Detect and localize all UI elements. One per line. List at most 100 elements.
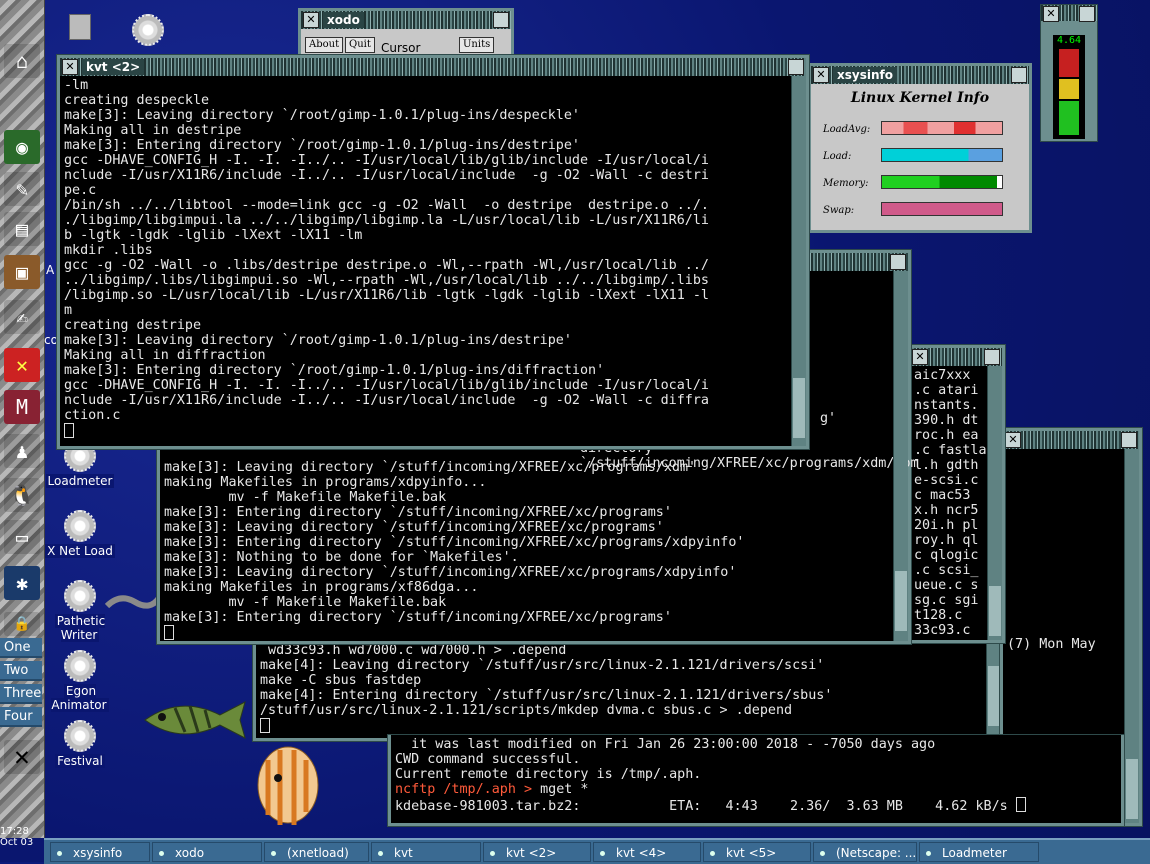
terminal-line: Current remote directory is /tmp/.aph.: [395, 767, 702, 782]
terminal-line: make[3]: Entering directory `/root/gimp-…: [64, 138, 580, 153]
network-icon[interactable]: ✱: [4, 566, 40, 600]
memory-label: Memory:: [823, 178, 869, 189]
terminal-output[interactable]: -lm creating despeckle make[3]: Leaving di…: [60, 76, 792, 446]
maximize-button[interactable]: [984, 349, 1000, 365]
workspace-four[interactable]: Four: [0, 707, 42, 727]
paint-icon[interactable]: ✎: [4, 172, 40, 206]
terminal-line: Making all in destripe: [64, 123, 242, 138]
joystick-icon[interactable]: ♟: [4, 434, 40, 468]
desktop-icon-label: Egon Animator: [51, 684, 109, 712]
close-icon[interactable]: ✕: [1043, 6, 1059, 22]
maximize-button[interactable]: [1011, 67, 1027, 83]
taskbar-item-kvt-5[interactable]: kvt <5>: [703, 842, 811, 862]
terminal-line: make[4]: Leaving directory `/stuff/usr/s…: [260, 658, 825, 673]
cursor-field: Cursor: [381, 41, 421, 55]
trash-icon[interactable]: [60, 14, 100, 40]
close-icon[interactable]: ✕: [62, 59, 78, 75]
terminal-line: ction.c: [64, 408, 121, 423]
units-button[interactable]: Units: [459, 37, 495, 53]
scrollbar[interactable]: [987, 366, 1002, 640]
ncftp-prompt-line: ncftp /tmp/.aph > mget *: [395, 782, 1117, 797]
terminal-line: make[3]: Entering directory `/stuff/inco…: [164, 610, 672, 625]
load-label: Load:: [823, 151, 852, 162]
terminal-cursor: [260, 718, 270, 733]
terminal-line: e-scsi.c: [914, 473, 979, 488]
terminal-line: making Makefiles in programs/xdpyinfo...: [164, 475, 487, 490]
terminal-line: make[3]: Leaving directory `/root/gimp-1…: [64, 333, 572, 348]
home-icon[interactable]: ⌂: [4, 44, 40, 78]
editor-icon[interactable]: ✍: [4, 300, 40, 334]
taskbar-item-kvt[interactable]: kvt: [371, 842, 481, 862]
terminal-line: /bin/sh ../../libtool --mode=link gcc -g…: [64, 198, 709, 213]
x-logo-icon[interactable]: ✕: [4, 740, 40, 774]
kvt-2-window: ✕ kvt <2> -lm creating despeckle make[3]: L…: [57, 55, 809, 449]
terminal-line: sg.c sgi: [914, 593, 979, 608]
taskbar-item-xodo[interactable]: xodo: [152, 842, 262, 862]
computer-icon[interactable]: ▭: [4, 520, 40, 554]
taskbar-item-xnetload[interactable]: (xnetload): [264, 842, 369, 862]
loadavg-bar: [881, 121, 1003, 135]
meter-green-segment: [1059, 101, 1079, 135]
lock-icon[interactable]: 🔒: [4, 612, 40, 636]
terminal-output[interactable]: aic7xxx .c atari nstants. 390.h dt roc.h ea.…: [910, 366, 988, 640]
taskbar-item-kvt-4[interactable]: kvt <4>: [593, 842, 701, 862]
meter-yellow-segment: [1059, 79, 1079, 99]
taskbar-item-kvt-2[interactable]: kvt <2>: [483, 842, 591, 862]
maximize-button[interactable]: [1079, 6, 1095, 22]
terminal-line: aic7xxx: [914, 368, 971, 383]
about-button[interactable]: About: [305, 37, 344, 53]
close-icon[interactable]: ✕: [1005, 432, 1021, 448]
taskbar: xsysinfo xodo (xnetload) kvt kvt <2> kvt…: [44, 838, 1150, 864]
terminal-line: creating destripe: [64, 318, 202, 333]
quit-button[interactable]: Quit: [345, 37, 375, 53]
penguin-icon[interactable]: 🐧: [4, 478, 40, 512]
workspace-one[interactable]: One: [0, 638, 42, 658]
terminal-line: make[3]: Leaving directory `/root/gimp-1…: [64, 108, 580, 123]
terminal-line: ueue.c s: [914, 578, 979, 593]
gear-icon[interactable]: [124, 14, 172, 48]
close-icon[interactable]: ✕: [813, 67, 829, 83]
maximize-button[interactable]: [1121, 432, 1137, 448]
terminal-line: c qlogic: [914, 548, 979, 563]
taskbar-item-loadmeter[interactable]: Loadmeter: [919, 842, 1039, 862]
scrollbar[interactable]: [893, 271, 908, 641]
terminal-line: Making all in diffraction: [64, 348, 266, 363]
terminal-line: mv -f Makefile Makefile.bak: [164, 595, 447, 610]
green-fish-image: [144, 701, 246, 739]
left-dock: ⌂ ◉ ✎ ▤ ▣ ✍ ✕ M ♟ 🐧 ▭ ✱ 🔒 One Two Three …: [0, 0, 45, 848]
package-icon[interactable]: ▣: [4, 255, 40, 289]
close-icon[interactable]: ✕: [912, 349, 928, 365]
workspace-three[interactable]: Three: [0, 684, 42, 704]
desktop-icon-festival[interactable]: Festival: [35, 720, 125, 768]
maximize-button[interactable]: [890, 254, 906, 270]
date-text: (7) Mon May: [1007, 637, 1096, 652]
load-bar: [881, 148, 1003, 162]
dock-label-fragment: co: [44, 333, 58, 347]
tools-icon[interactable]: ✕: [4, 348, 40, 382]
butterfly-fish-image: [257, 746, 319, 825]
taskbar-item-xsysinfo[interactable]: xsysinfo: [50, 842, 150, 862]
terminal-line: ./libgimp/libgimpui.la ../../libgimp/lib…: [64, 213, 709, 228]
terminal-line: make[3]: Entering directory `/stuff/inco…: [164, 535, 745, 550]
apm-meter-window: ✕ 4.64: [1040, 4, 1098, 142]
desktop-icon-label: Festival: [55, 754, 105, 768]
terminal-line: ../libgimp/.libs/libgimpui.so -Wl,--rpat…: [64, 273, 709, 288]
terminal-cursor: [164, 625, 174, 640]
workspace-two[interactable]: Two: [0, 661, 42, 681]
graph-icon[interactable]: ▤: [4, 212, 40, 246]
app-icon[interactable]: M: [4, 390, 40, 424]
maximize-button[interactable]: [493, 12, 509, 28]
scrollbar[interactable]: [791, 76, 806, 446]
scrollbar[interactable]: [1124, 449, 1139, 823]
desktop-icon-xnetload[interactable]: X Net Load: [35, 510, 125, 558]
terminal-line: 20i.h pl: [914, 518, 979, 533]
taskbar-item-netscape[interactable]: (Netscape: ...: [813, 842, 917, 862]
desktop-icon-egon-animator[interactable]: Egon Animator: [35, 650, 125, 712]
close-icon[interactable]: ✕: [303, 12, 319, 28]
terminal-line: creating despeckle: [64, 93, 210, 108]
gear-icon: [64, 720, 96, 752]
loadavg-label: LoadAvg:: [823, 124, 871, 135]
maximize-button[interactable]: [788, 59, 804, 75]
ftp-icon[interactable]: ◉: [4, 130, 40, 164]
terminal-output[interactable]: it was last modified on Fri Jan 26 23:00…: [391, 735, 1121, 823]
